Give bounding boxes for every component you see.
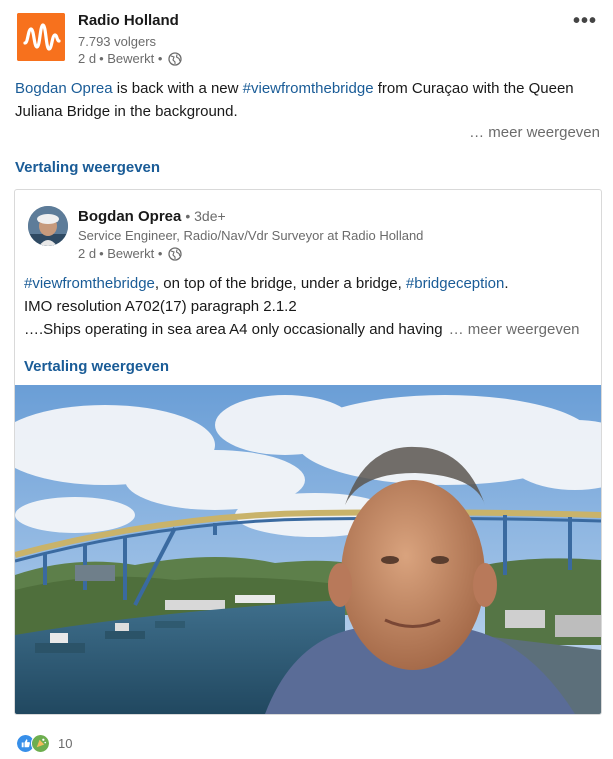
post-time: 2 d [78,246,97,261]
post-meta: 2 d • Bewerkt • [78,51,183,66]
profile-photo [28,206,68,246]
shared-text-segment: ….Ships operating in sea area A4 only oc… [24,321,443,338]
translate-button[interactable]: Vertaling weergeven [15,159,160,176]
hashtag-link[interactable]: #viewfromthebridge [243,80,374,97]
hashtag-link[interactable]: #viewfromthebridge [24,275,155,292]
radio-wave-icon [17,13,65,61]
edited-label: • Bewerkt • [99,51,163,66]
mention-link[interactable]: Bogdan Oprea [15,80,113,97]
translate-button[interactable]: Vertaling weergeven [24,358,169,375]
more-options-icon[interactable]: ••• [573,10,597,33]
globe-icon [168,246,183,261]
shared-post-card[interactable]: Bogdan Oprea • 3de+ Service Engineer, Ra… [14,189,602,715]
shared-text-line: ….Ships operating in sea area A4 only oc… [24,318,594,341]
reaction-count: 10 [58,736,73,751]
connection-degree: • 3de+ [185,208,226,224]
shared-post-meta: 2 d • Bewerkt • [78,246,183,261]
shared-text-segment: . [504,275,509,292]
see-more-button[interactable]: … meer weergeven [449,321,580,338]
shared-text-segment: , on top of the bridge, under a bridge, [154,275,406,292]
post-photo[interactable] [15,385,601,714]
author-headline: Service Engineer, Radio/Nav/Vdr Surveyor… [78,228,424,243]
post-time: 2 d [78,51,97,66]
hashtag-link[interactable]: #bridgeception [406,275,504,292]
author-line: Bogdan Oprea • 3de+ [78,208,226,225]
shared-text-line: #viewfromthebridge, on top of the bridge… [24,272,594,295]
see-more-button[interactable]: … meer weergeven [469,124,600,141]
follower-count: 7.793 volgers [78,34,157,49]
celebrate-icon [31,734,50,753]
post-text-segment: is back with a new [112,80,243,97]
globe-icon [168,51,183,66]
company-name[interactable]: Radio Holland [78,12,179,29]
shared-text-line: IMO resolution A702(17) paragraph 2.1.2 [24,298,297,315]
company-logo[interactable] [17,13,65,61]
edited-label: • Bewerkt • [99,246,163,261]
reactions-summary[interactable]: 10 [16,734,72,753]
shared-post-body: #viewfromthebridge, on top of the bridge… [24,272,594,341]
post-body: Bogdan Oprea is back with a new #viewfro… [15,77,595,123]
avatar[interactable] [28,206,68,246]
author-name[interactable]: Bogdan Oprea [78,208,181,225]
